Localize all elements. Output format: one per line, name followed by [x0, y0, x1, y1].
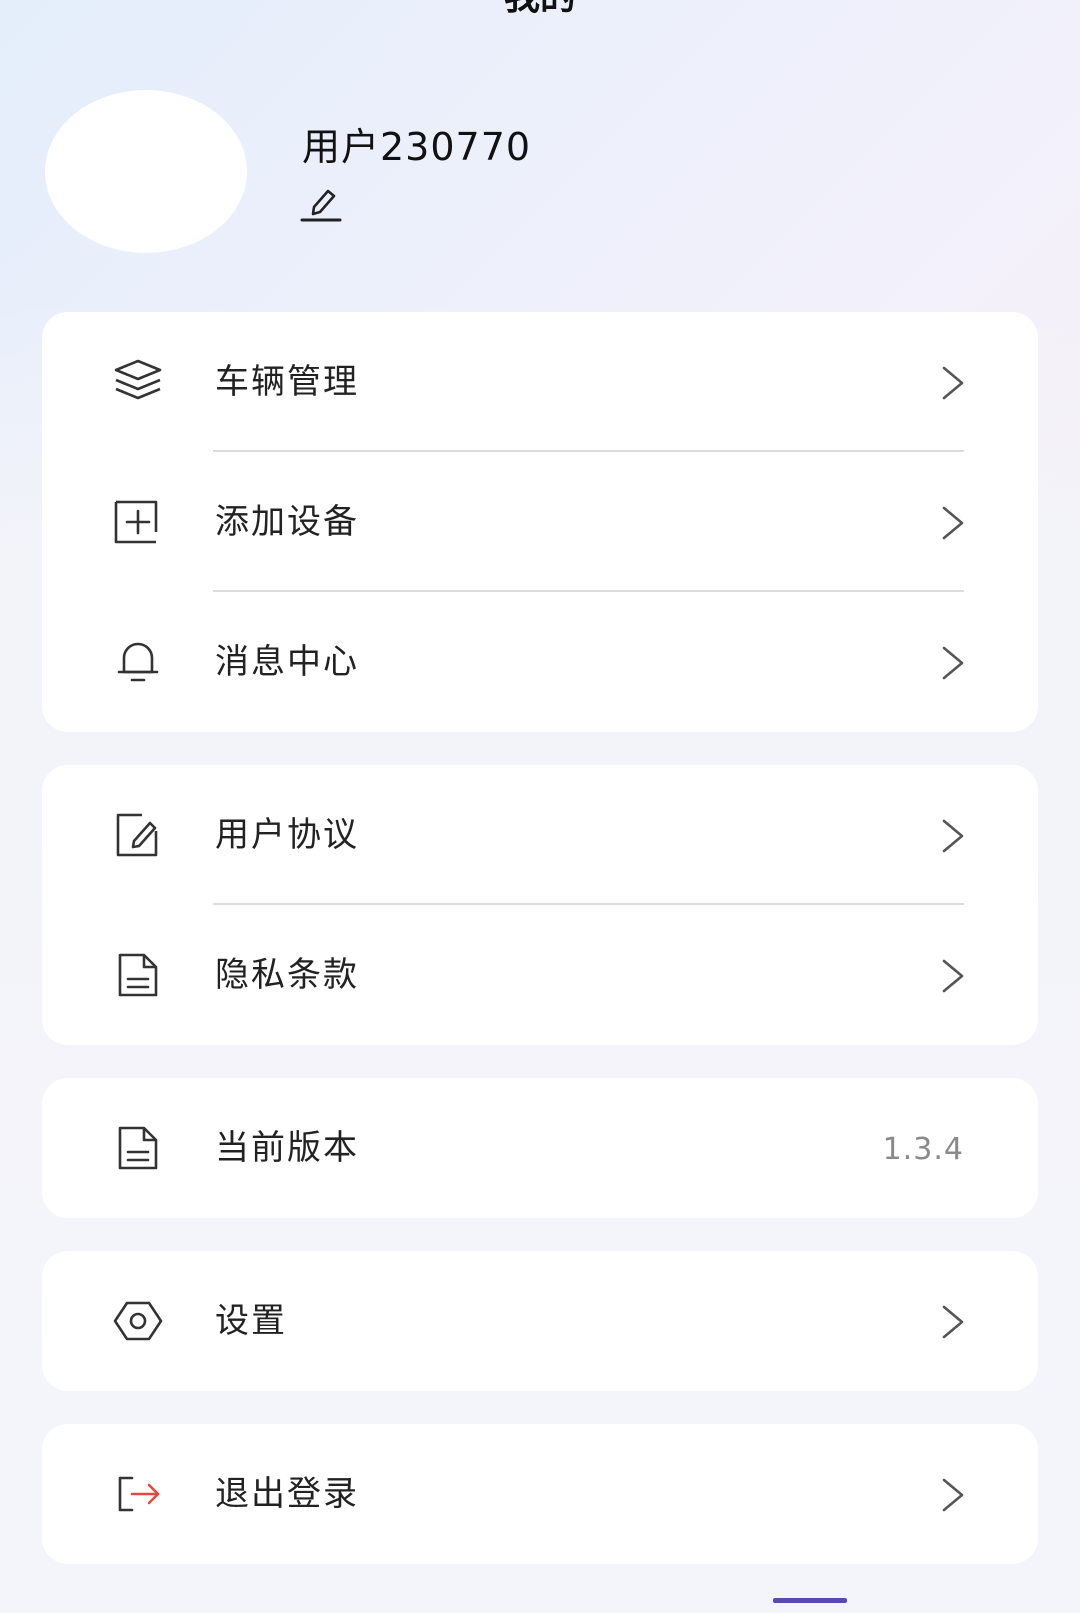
document-icon: [118, 953, 158, 997]
document-icon: [118, 1126, 158, 1170]
chevron-right-icon: [942, 819, 964, 853]
menu-item-privacy-terms[interactable]: 隐私条款: [42, 905, 1038, 1045]
menu-item-label: 车辆管理: [215, 362, 359, 402]
chevron-right-icon: [942, 959, 964, 993]
pencil-icon[interactable]: [300, 183, 346, 223]
menu-item-vehicle-management[interactable]: 车辆管理: [42, 312, 1038, 452]
username: 用户230770: [302, 125, 532, 169]
menu-item-label: 添加设备: [215, 502, 359, 542]
avatar[interactable]: [45, 90, 247, 253]
menu-item-label: 设置: [215, 1301, 287, 1341]
bell-icon: [117, 642, 159, 682]
chevron-right-icon: [942, 646, 964, 680]
hexagon-gear-icon: [113, 1301, 163, 1341]
menu-item-add-device[interactable]: 添加设备: [42, 452, 1038, 592]
menu-item-settings[interactable]: 设置: [42, 1251, 1038, 1391]
chevron-right-icon: [942, 366, 964, 400]
home-indicator: [773, 1598, 847, 1603]
logout-icon: [118, 1476, 160, 1512]
page-title: 我的: [0, 0, 1080, 18]
menu-item-message-center[interactable]: 消息中心: [42, 592, 1038, 732]
layers-icon: [114, 359, 162, 400]
menu-card-main: 车辆管理 添加设备 消息中心: [42, 312, 1038, 732]
menu-card-settings: 设置: [42, 1251, 1038, 1391]
version-value: 1.3.4: [882, 1132, 964, 1167]
menu-item-label: 消息中心: [215, 642, 359, 682]
chevron-right-icon: [942, 506, 964, 540]
add-square-icon: [114, 500, 158, 544]
menu-item-logout[interactable]: 退出登录: [42, 1424, 1038, 1564]
chevron-right-icon: [942, 1305, 964, 1339]
menu-item-label: 用户协议: [215, 815, 359, 855]
menu-item-user-agreement[interactable]: 用户协议: [42, 765, 1038, 905]
menu-item-label: 隐私条款: [215, 955, 359, 995]
menu-item-label: 当前版本: [215, 1128, 359, 1168]
menu-card-logout: 退出登录: [42, 1424, 1038, 1564]
menu-item-current-version: 当前版本 1.3.4: [42, 1078, 1038, 1218]
menu-card-legal: 用户协议 隐私条款: [42, 765, 1038, 1045]
menu-item-label: 退出登录: [215, 1474, 359, 1514]
chevron-right-icon: [942, 1478, 964, 1512]
edit-document-icon: [116, 813, 158, 857]
menu-card-version: 当前版本 1.3.4: [42, 1078, 1038, 1218]
